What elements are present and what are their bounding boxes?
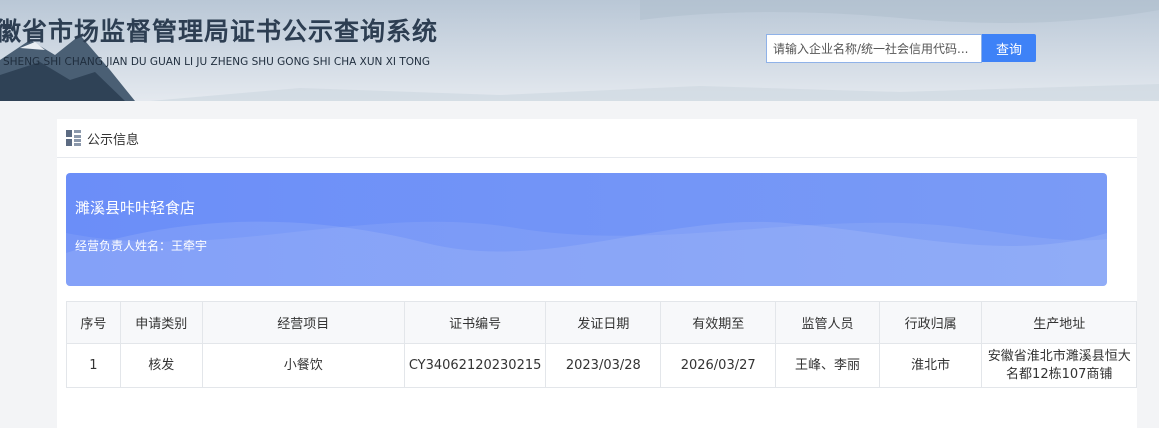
site-subtitle: SHENG SHI CHANG JIAN DU GUAN LI JU ZHENG… bbox=[3, 56, 431, 68]
certificate-table: 序号 申请类别 经营项目 证书编号 发证日期 有效期至 监管人员 行政归属 生产… bbox=[66, 301, 1137, 388]
table-row: 1 核发 小餐饮 CY34062120230215 2023/03/28 202… bbox=[66, 343, 1137, 388]
panel-title: 公示信息 bbox=[87, 132, 140, 148]
header-banner: 徽省市场监督管理局证书公示查询系统 SHENG SHI CHANG JIAN D… bbox=[0, 0, 1159, 101]
cell-valid-until: 2026/03/27 bbox=[660, 343, 777, 388]
column-header: 经营项目 bbox=[201, 301, 405, 344]
panel-header: 公示信息 bbox=[57, 119, 1137, 158]
column-header: 申请类别 bbox=[119, 301, 203, 344]
cell-index: 1 bbox=[66, 343, 121, 388]
company-name: 濉溪县咔咔轻食店 bbox=[75, 199, 196, 217]
search-input[interactable] bbox=[766, 34, 982, 63]
column-header: 有效期至 bbox=[660, 301, 777, 344]
cell-jurisdiction: 淮北市 bbox=[878, 343, 983, 388]
public-info-panel: 公示信息 濉溪县咔咔轻食店 经营负责人姓名：王牵宇 序号 申请类别 经营项目 证… bbox=[57, 119, 1137, 428]
column-header: 行政归属 bbox=[878, 301, 983, 344]
wave-decoration bbox=[66, 221, 1107, 286]
search-button[interactable]: 查询 bbox=[982, 34, 1036, 62]
site-title: 徽省市场监督管理局证书公示查询系统 bbox=[0, 17, 439, 46]
column-header: 发证日期 bbox=[545, 301, 662, 344]
cell-category: 核发 bbox=[119, 343, 203, 388]
column-header: 序号 bbox=[66, 301, 121, 344]
list-icon bbox=[66, 130, 81, 146]
table-header-row: 序号 申请类别 经营项目 证书编号 发证日期 有效期至 监管人员 行政归属 生产… bbox=[66, 301, 1137, 344]
company-card: 濉溪县咔咔轻食店 经营负责人姓名：王牵宇 bbox=[66, 173, 1107, 286]
owner-name: 经营负责人姓名：王牵宇 bbox=[75, 239, 208, 253]
column-header: 监管人员 bbox=[775, 301, 880, 344]
cell-issue-date: 2023/03/28 bbox=[545, 343, 662, 388]
cell-supervisor: 王峰、李丽 bbox=[775, 343, 880, 388]
column-header: 证书编号 bbox=[403, 301, 547, 344]
column-header: 生产地址 bbox=[981, 301, 1137, 344]
cell-certificate-no: CY34062120230215 bbox=[403, 343, 547, 388]
cell-address: 安徽省淮北市濉溪县恒大名都12栋107商铺 bbox=[981, 343, 1137, 388]
cell-business-item: 小餐饮 bbox=[201, 343, 405, 388]
